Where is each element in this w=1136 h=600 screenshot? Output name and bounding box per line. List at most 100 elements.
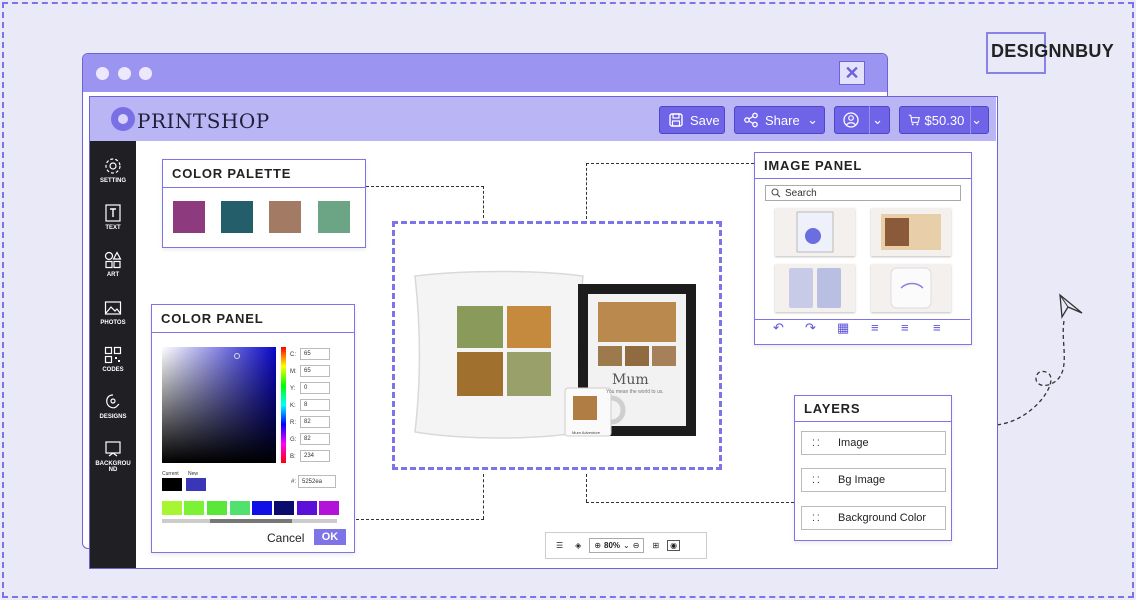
preset-swatch[interactable] (252, 501, 272, 515)
undo-icon[interactable]: ↶ (773, 320, 784, 336)
qr-code-icon (104, 346, 122, 364)
image-thumbnail[interactable] (775, 208, 855, 256)
saturation-value-picker[interactable] (162, 347, 276, 463)
zoom-level: 80% (604, 541, 621, 550)
cmyk-row: K: 8 (290, 399, 330, 411)
drag-handle-icon[interactable]: ⁚⁚ (812, 475, 822, 484)
preview-eye-icon[interactable]: ◉ (667, 540, 681, 551)
layer-item[interactable]: ⁚⁚ Bg Image (801, 468, 946, 492)
sidebar-item-background[interactable]: BACKGROU ND (90, 440, 136, 473)
drag-handle-icon[interactable]: ⁚⁚ (812, 513, 822, 522)
picker-handle[interactable] (234, 353, 240, 359)
layer-item[interactable]: ⁚⁚ Image (801, 431, 946, 455)
rgb-row: G: 82 (290, 433, 330, 445)
rgb-field[interactable]: 234 (300, 450, 330, 462)
align-left-icon[interactable]: ≡ (871, 320, 879, 335)
photo-print-image (881, 214, 941, 250)
align-center-icon[interactable]: ≡ (901, 320, 909, 335)
sidebar-item-setting[interactable]: SETTING (90, 157, 136, 184)
share-button[interactable]: Share ⌄ (734, 106, 825, 134)
sidebar-item-label: DESIGNS (99, 414, 127, 420)
cmyk-row: M: 65 (290, 365, 330, 377)
sidebar-item-label: BACKGROU ND (95, 461, 131, 473)
layer-item[interactable]: ⁚⁚ Background Color (801, 506, 946, 530)
preset-swatch[interactable] (162, 501, 182, 515)
window-dot (96, 67, 109, 80)
palette-swatch[interactable] (269, 201, 301, 233)
image-thumbnail[interactable] (871, 264, 951, 312)
settings-sliders-icon[interactable]: ☰ (556, 541, 563, 550)
cart-button[interactable]: $50.30 ⌄ (899, 106, 989, 134)
rgb-field[interactable]: 82 (300, 416, 330, 428)
scrollbar-thumb[interactable] (210, 519, 292, 523)
save-button[interactable]: Save (659, 106, 725, 134)
brand-logo: DESIGNNBUY (991, 41, 1115, 61)
cancel-button[interactable]: Cancel (267, 531, 304, 545)
drag-handle-icon[interactable]: ⁚⁚ (812, 438, 822, 447)
sidebar-item-designs[interactable]: DESIGNS (90, 393, 136, 420)
preset-swatch[interactable] (230, 501, 250, 515)
palette-swatch[interactable] (221, 201, 253, 233)
frame-text: Mum (612, 372, 649, 388)
sidebar-item-label: ART (106, 272, 120, 278)
image-thumbnail[interactable] (871, 208, 951, 256)
connector-line (356, 519, 484, 520)
rgb-row: R: 82 (290, 416, 330, 428)
sidebar-item-label: CODES (102, 367, 124, 373)
grid-icon[interactable]: ⊞ (652, 541, 659, 550)
sidebar-item-label: TEXT (105, 225, 121, 231)
sidebar-item-codes[interactable]: CODES (90, 346, 136, 373)
palette-swatch[interactable] (173, 201, 205, 233)
art-icon (104, 251, 122, 269)
cmyk-field[interactable]: 8 (300, 399, 330, 411)
rgb-row: B: 234 (290, 450, 330, 462)
hex-input[interactable]: 5252ea (298, 475, 336, 488)
redo-icon[interactable]: ↷ (805, 320, 816, 336)
image-thumbnail[interactable] (775, 264, 855, 312)
connector-line (586, 163, 587, 219)
align-right-icon[interactable]: ≡ (933, 320, 941, 335)
cmyk-label: Y: (290, 386, 296, 392)
text-icon (105, 204, 121, 222)
cmyk-row: C: 65 (290, 348, 330, 360)
cmyk-field[interactable]: 0 (300, 382, 330, 394)
layers-icon[interactable]: ◈ (575, 541, 581, 550)
zoom-control[interactable]: ⊕ 80% ⌄ ⊖ (589, 538, 645, 553)
sidebar-item-art[interactable]: ART (90, 251, 136, 278)
rgb-field[interactable]: 82 (300, 433, 330, 445)
hue-slider[interactable] (281, 347, 286, 463)
palette-swatch[interactable] (318, 201, 350, 233)
layers-panel: LAYERS ⁚⁚ Image ⁚⁚ Bg Image ⁚⁚ Backgroun… (794, 395, 952, 541)
window-dot (118, 67, 131, 80)
sidebar-item-photos[interactable]: PHOTOS (90, 299, 136, 326)
cmyk-label: M: (290, 369, 297, 375)
chevron-down-icon[interactable]: ⌄ (623, 541, 630, 550)
cmyk-field[interactable]: 65 (300, 365, 330, 377)
image-search-input[interactable]: Search (765, 185, 961, 201)
cushion-image (890, 267, 932, 309)
connector-line (483, 186, 484, 218)
close-icon[interactable]: ✕ (839, 61, 865, 85)
cmyk-field[interactable]: 65 (300, 348, 330, 360)
chevron-down-icon: ⌄ (872, 112, 883, 127)
preset-swatch[interactable] (207, 501, 227, 515)
zoom-out-icon[interactable]: ⊖ (633, 541, 640, 550)
ok-button[interactable]: OK (314, 529, 346, 545)
image-panel: IMAGE PANEL Search ↶ ↷ ▦ ≡ ≡ ≡ (754, 152, 972, 345)
zoom-in-icon[interactable]: ⊕ (594, 541, 601, 550)
preset-swatch[interactable] (184, 501, 204, 515)
preset-swatch[interactable] (274, 501, 294, 515)
transparency-icon[interactable]: ▦ (837, 320, 849, 336)
sidebar-item-text[interactable]: TEXT (90, 204, 136, 231)
swatch-scrollbar[interactable] (162, 519, 337, 523)
connector-line (483, 474, 484, 519)
chevron-down-icon: ⌄ (971, 112, 982, 127)
account-button[interactable]: ⌄ (834, 106, 890, 134)
photos-icon (104, 301, 122, 315)
connector-line (586, 474, 587, 502)
save-label: Save (690, 112, 720, 128)
preset-swatch[interactable] (297, 501, 317, 515)
preset-swatch[interactable] (319, 501, 339, 515)
new-label: New (188, 471, 199, 477)
rgb-label: B: (290, 454, 296, 460)
